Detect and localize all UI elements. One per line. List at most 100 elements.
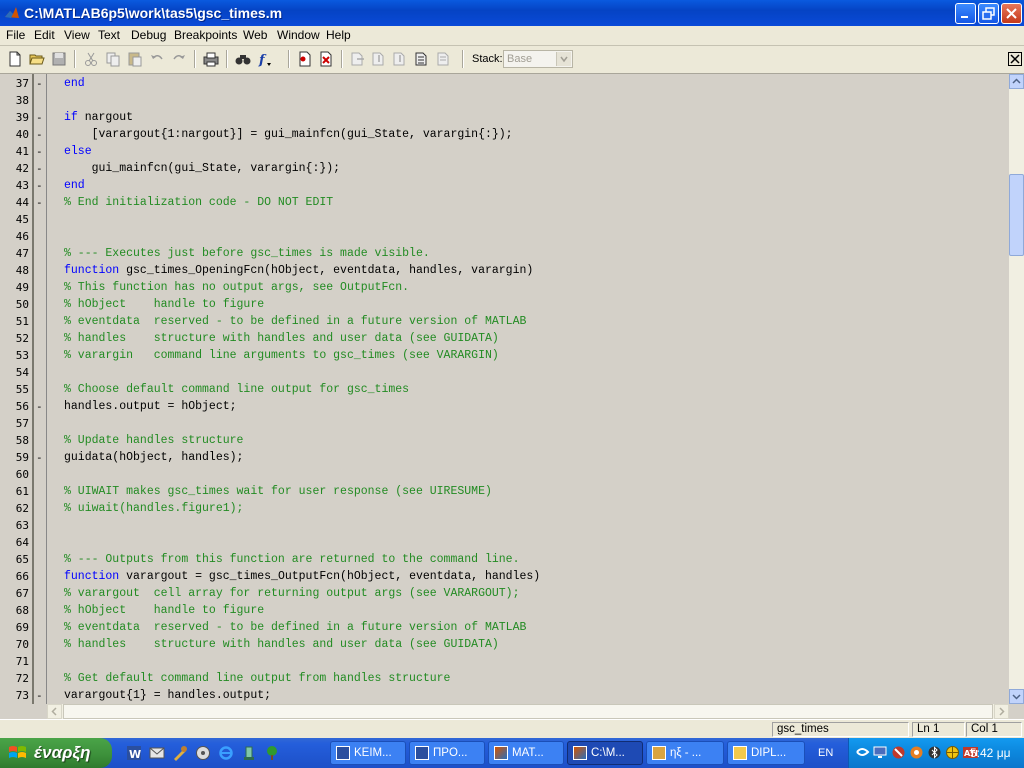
code-editor[interactable]: 37- end 38 39- if nargout 40- [varargout{1:na… — [0, 74, 1009, 704]
scroll-left-button[interactable] — [47, 704, 62, 719]
scroll-up-button[interactable] — [1009, 74, 1024, 89]
code-line[interactable]: 54 — [0, 364, 1009, 381]
menu-help[interactable]: Help — [326, 28, 351, 42]
code-line[interactable]: 45 — [0, 211, 1009, 228]
code-line[interactable]: 42- gui_mainfcn(gui_State, varargin{:}); — [0, 160, 1009, 177]
code-line[interactable]: 57 — [0, 415, 1009, 432]
step-out-icon[interactable] — [391, 50, 409, 68]
new-file-icon[interactable] — [6, 50, 24, 68]
horizontal-scroll-thumb[interactable] — [63, 704, 993, 719]
menu-view[interactable]: View — [64, 28, 90, 42]
executable-line-marker[interactable]: - — [36, 196, 43, 209]
internet-explorer-icon[interactable] — [218, 745, 234, 761]
network-icon[interactable] — [855, 745, 870, 760]
close-button[interactable] — [1001, 3, 1022, 24]
code-line[interactable]: 37- end — [0, 75, 1009, 92]
code-line[interactable]: 58 % Update handles structure — [0, 432, 1009, 449]
save-icon[interactable] — [50, 50, 68, 68]
taskbar-button[interactable]: ηξ - ... — [646, 741, 724, 765]
continue-icon[interactable] — [413, 50, 431, 68]
minimize-button[interactable] — [955, 3, 976, 24]
taskbar-button[interactable]: ΚΕΙΜ... — [330, 741, 406, 765]
scroll-right-button[interactable] — [994, 704, 1009, 719]
executable-line-marker[interactable]: - — [36, 179, 43, 192]
close-document-button[interactable] — [1008, 52, 1022, 66]
menu-edit[interactable]: Edit — [34, 28, 55, 42]
code-line[interactable]: 73- varargout{1} = handles.output; — [0, 687, 1009, 704]
executable-line-marker[interactable]: - — [36, 400, 43, 413]
code-line[interactable]: 52 % handles structure with handles and u… — [0, 330, 1009, 347]
scroll-down-button[interactable] — [1009, 689, 1024, 704]
set-breakpoint-icon[interactable] — [296, 50, 314, 68]
title-bar[interactable]: C:\MATLAB6p5\work\tas5\gsc_times.m — [0, 0, 1024, 26]
code-line[interactable]: 69 % eventdata reserved - to be defined i… — [0, 619, 1009, 636]
code-line[interactable]: 48 function gsc_times_OpeningFcn(hObject,… — [0, 262, 1009, 279]
code-line[interactable]: 40- [varargout{1:nargout}] = gui_mainfcn… — [0, 126, 1009, 143]
language-indicator[interactable]: EN — [818, 747, 833, 759]
clear-breakpoints-icon[interactable] — [317, 50, 335, 68]
code-line[interactable]: 44- % End initialization code - DO NOT ED… — [0, 194, 1009, 211]
code-line[interactable]: 39- if nargout — [0, 109, 1009, 126]
executable-line-marker[interactable]: - — [36, 77, 43, 90]
executable-line-marker[interactable]: - — [36, 162, 43, 175]
vertical-scroll-thumb[interactable] — [1009, 174, 1024, 256]
vertical-scrollbar[interactable] — [1009, 74, 1024, 704]
code-line[interactable]: 46 — [0, 228, 1009, 245]
code-line[interactable]: 65 % --- Outputs from this function are r… — [0, 551, 1009, 568]
cut-icon[interactable] — [82, 50, 100, 68]
code-line[interactable]: 38 — [0, 92, 1009, 109]
taskbar-button[interactable]: DIPL... — [727, 741, 805, 765]
stack-select[interactable]: Base — [503, 50, 573, 68]
security-icon[interactable] — [891, 745, 906, 760]
code-line[interactable]: 63 — [0, 517, 1009, 534]
word-quicklaunch-icon[interactable]: W — [126, 745, 142, 761]
globe-icon[interactable] — [945, 745, 960, 760]
clock[interactable]: 5:42 μμ — [970, 746, 1011, 760]
function-icon[interactable]: f — [256, 50, 274, 68]
code-line[interactable]: 51 % eventdata reserved - to be defined i… — [0, 313, 1009, 330]
undo-icon[interactable] — [148, 50, 166, 68]
menu-window[interactable]: Window — [277, 28, 320, 42]
code-line[interactable]: 71 — [0, 653, 1009, 670]
code-line[interactable]: 55 % Choose default command line output f… — [0, 381, 1009, 398]
print-icon[interactable] — [202, 50, 220, 68]
start-button[interactable]: έναρξη — [0, 738, 112, 768]
restore-button[interactable] — [978, 3, 999, 24]
executable-line-marker[interactable]: - — [36, 145, 43, 158]
copy-icon[interactable] — [104, 50, 122, 68]
open-icon[interactable] — [28, 50, 46, 68]
code-line[interactable]: 67 % varargout cell array for returning o… — [0, 585, 1009, 602]
code-line[interactable]: 60 — [0, 466, 1009, 483]
executable-line-marker[interactable]: - — [36, 128, 43, 141]
code-line[interactable]: 66 function varargout = gsc_times_OutputF… — [0, 568, 1009, 585]
step-icon[interactable] — [349, 50, 367, 68]
code-line[interactable]: 62 % uiwait(handles.figure1); — [0, 500, 1009, 517]
bluetooth-icon[interactable] — [927, 745, 942, 760]
taskbar-button[interactable]: C:\M... — [567, 741, 643, 765]
executable-line-marker[interactable]: - — [36, 451, 43, 464]
menu-debug[interactable]: Debug — [131, 28, 166, 42]
tree-quicklaunch-icon[interactable] — [264, 745, 280, 761]
horizontal-scrollbar[interactable] — [47, 704, 1009, 719]
code-line[interactable]: 47 % --- Executes just before gsc_times i… — [0, 245, 1009, 262]
monitor-icon[interactable] — [873, 745, 888, 760]
redo-icon[interactable] — [170, 50, 188, 68]
code-line[interactable]: 56- handles.output = hObject; — [0, 398, 1009, 415]
code-line[interactable]: 59- guidata(hObject, handles); — [0, 449, 1009, 466]
code-line[interactable]: 64 — [0, 534, 1009, 551]
tools-quicklaunch-icon[interactable] — [172, 745, 188, 761]
code-line[interactable]: 41- else — [0, 143, 1009, 160]
executable-line-marker[interactable]: - — [36, 689, 43, 702]
outlook-quicklaunch-icon[interactable] — [149, 745, 165, 761]
menu-file[interactable]: File — [6, 28, 25, 42]
menu-web[interactable]: Web — [243, 28, 267, 42]
taskbar-button[interactable]: MAT... — [488, 741, 564, 765]
code-line[interactable]: 61 % UIWAIT makes gsc_times wait for user… — [0, 483, 1009, 500]
taskbar-button[interactable]: ΠΡΟ... — [409, 741, 485, 765]
code-line[interactable]: 68 % hObject handle to figure — [0, 602, 1009, 619]
code-line[interactable]: 70 % handles structure with handles and u… — [0, 636, 1009, 653]
app-quicklaunch-icon[interactable] — [241, 745, 257, 761]
find-icon[interactable] — [234, 50, 252, 68]
media-quicklaunch-icon[interactable] — [195, 745, 211, 761]
exit-debug-icon[interactable] — [435, 50, 453, 68]
